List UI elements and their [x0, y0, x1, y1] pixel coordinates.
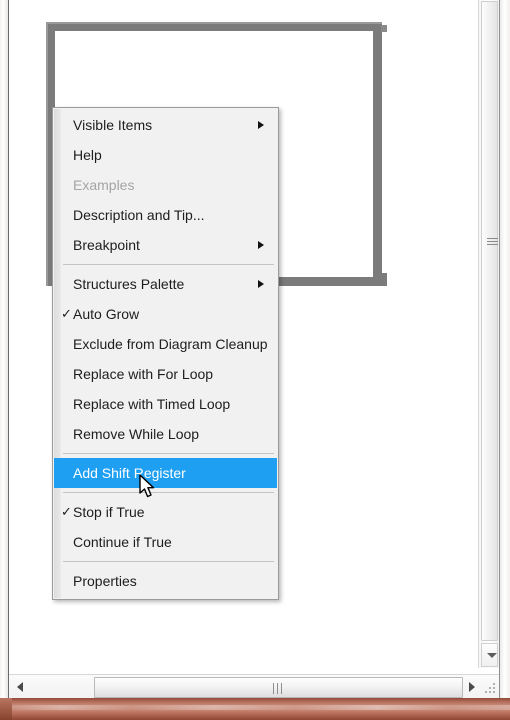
- menu-item-label: Help: [73, 147, 102, 163]
- context-menu-item-list: Visible Items Help Examples Description and…: [53, 110, 278, 596]
- menu-separator: [63, 561, 274, 562]
- menu-separator: [63, 264, 274, 265]
- vertical-scrollbar[interactable]: [478, 0, 500, 668]
- chevron-left-icon: [17, 682, 23, 692]
- loop-resize-handle-top-right[interactable]: [381, 25, 387, 32]
- vertical-scrollbar-grip: [487, 238, 498, 247]
- chevron-down-icon: [487, 653, 497, 658]
- menu-item-label: Visible Items: [73, 117, 153, 133]
- scroll-right-button[interactable]: [462, 677, 482, 697]
- chevron-right-icon: [469, 682, 475, 692]
- menu-item-label: Description and Tip...: [73, 207, 205, 223]
- menu-item-auto-grow[interactable]: ✓ Auto Grow: [53, 299, 278, 329]
- horizontal-scrollbar[interactable]: [9, 674, 500, 698]
- menu-item-replace-with-timed-loop[interactable]: Replace with Timed Loop: [53, 389, 278, 419]
- menu-item-label: Breakpoint: [73, 237, 140, 253]
- menu-item-exclude-from-diagram-cleanup[interactable]: Exclude from Diagram Cleanup: [53, 329, 278, 359]
- application-window: Visible Items Help Examples Description and…: [0, 0, 510, 720]
- menu-separator: [63, 453, 274, 454]
- horizontal-scrollbar-thumb[interactable]: [94, 677, 463, 698]
- window-border-right-line: [499, 0, 500, 705]
- checkmark-icon: ✓: [61, 504, 72, 519]
- menu-item-description-and-tip[interactable]: Description and Tip...: [53, 200, 278, 230]
- menu-item-label: Stop if True: [73, 504, 145, 520]
- menu-item-label: Exclude from Diagram Cleanup: [73, 336, 268, 352]
- window-border-bottom: [0, 698, 510, 720]
- loop-resize-handle-bottom-right[interactable]: [381, 273, 387, 279]
- while-loop-context-menu[interactable]: Visible Items Help Examples Description and…: [52, 107, 279, 600]
- scroll-left-button[interactable]: [11, 677, 31, 697]
- scroll-down-button[interactable]: [481, 643, 498, 667]
- submenu-arrow-icon: [258, 121, 264, 129]
- menu-item-examples: Examples: [53, 170, 278, 200]
- menu-item-remove-while-loop[interactable]: Remove While Loop: [53, 419, 278, 449]
- menu-item-replace-with-for-loop[interactable]: Replace with For Loop: [53, 359, 278, 389]
- horizontal-scrollbar-grip: [272, 683, 285, 694]
- loop-border-left-highlight: [46, 22, 48, 286]
- menu-item-structures-palette[interactable]: Structures Palette: [53, 269, 278, 299]
- menu-separator: [63, 492, 274, 493]
- block-diagram-canvas[interactable]: Visible Items Help Examples Description and…: [9, 0, 478, 668]
- menu-item-label: Replace with Timed Loop: [73, 396, 231, 412]
- window-border-left: [0, 0, 8, 712]
- menu-item-label: Structures Palette: [73, 276, 185, 292]
- menu-item-add-shift-register[interactable]: Add Shift Register: [54, 458, 277, 488]
- menu-item-stop-if-true[interactable]: ✓ Stop if True: [53, 497, 278, 527]
- menu-item-label: Continue if True: [73, 534, 172, 550]
- loop-border-top-highlight: [46, 22, 382, 24]
- vertical-scrollbar-thumb[interactable]: [481, 1, 498, 641]
- menu-item-label: Remove While Loop: [73, 426, 200, 442]
- checkmark-icon: ✓: [61, 306, 72, 321]
- menu-item-label: Auto Grow: [73, 306, 140, 322]
- menu-item-label: Replace with For Loop: [73, 366, 214, 382]
- submenu-arrow-icon: [258, 280, 264, 288]
- window-border-corner: [0, 698, 12, 720]
- submenu-arrow-icon: [258, 241, 264, 249]
- menu-item-continue-if-true[interactable]: Continue if True: [53, 527, 278, 557]
- menu-item-label: Examples: [73, 177, 135, 193]
- window-resize-grip[interactable]: [484, 682, 498, 696]
- menu-item-help[interactable]: Help: [53, 140, 278, 170]
- menu-item-label: Add Shift Register: [73, 465, 186, 481]
- menu-item-breakpoint[interactable]: Breakpoint: [53, 230, 278, 260]
- loop-border-right: [373, 22, 382, 286]
- window-border-left-line: [8, 0, 9, 712]
- menu-item-label: Properties: [73, 573, 137, 589]
- window-border-right: [500, 0, 510, 705]
- window-border-sheen: [0, 705, 510, 710]
- menu-item-visible-items[interactable]: Visible Items: [53, 110, 278, 140]
- menu-item-properties[interactable]: Properties: [53, 566, 278, 596]
